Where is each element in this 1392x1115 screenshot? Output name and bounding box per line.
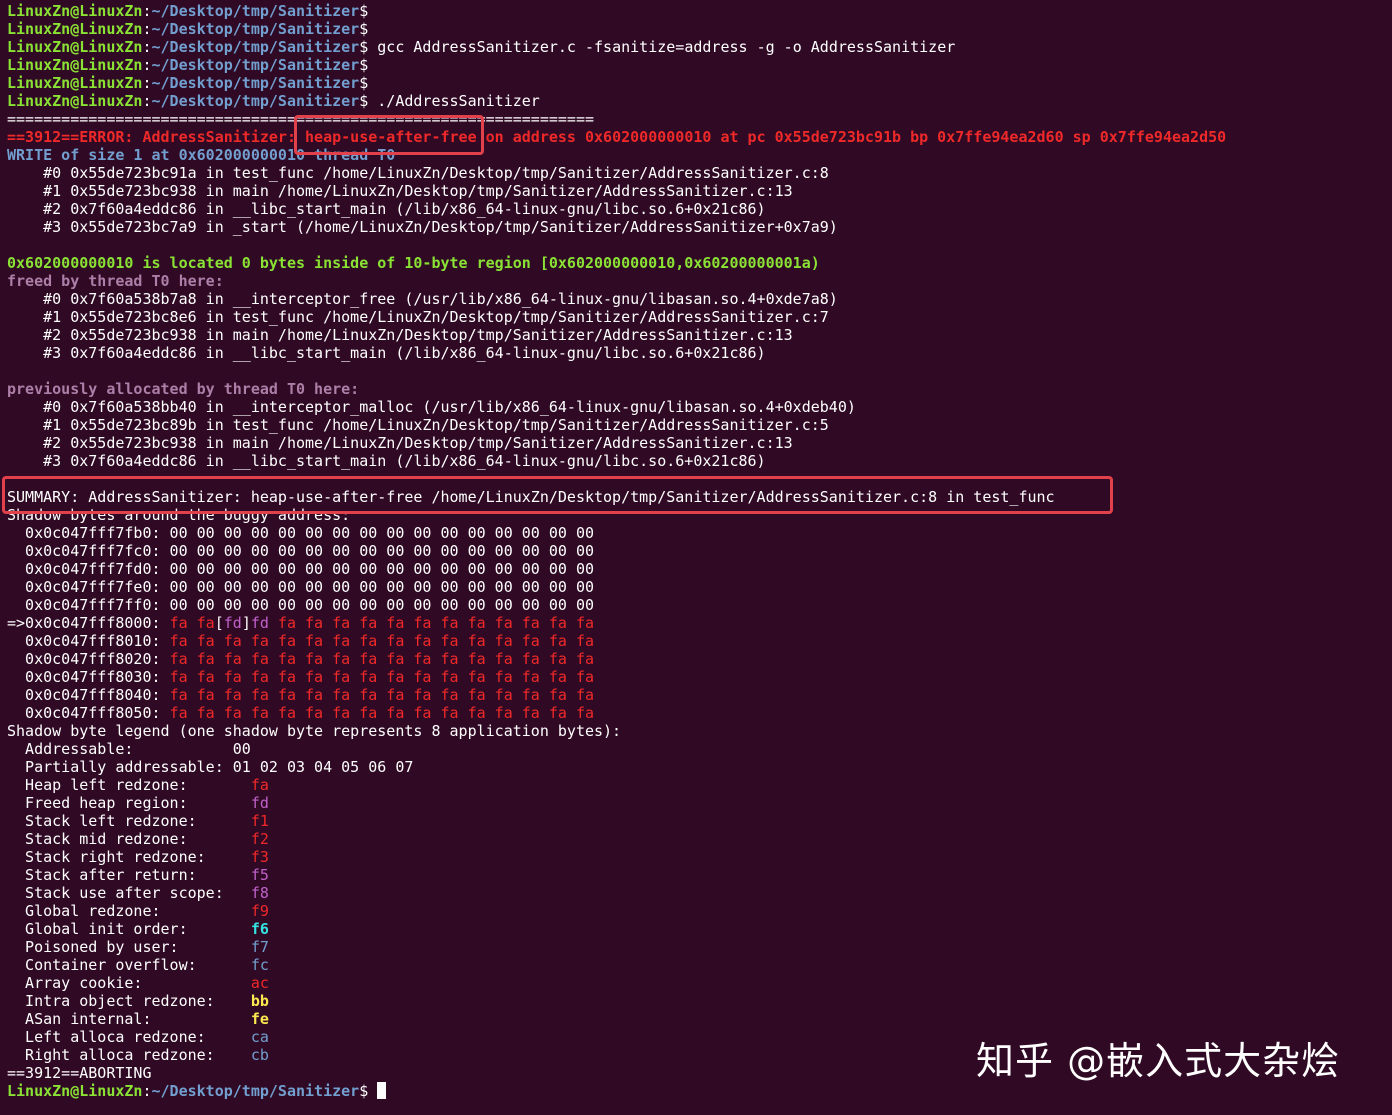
zhihu-watermark: 知乎 @嵌入式大杂烩	[976, 1039, 1341, 1083]
compile-command: gcc AddressSanitizer.c -fsanitize=addres…	[368, 38, 956, 56]
write-line: WRITE of size 1 at 0x602000000010 thread…	[7, 146, 396, 164]
freed-stack: #0 0x7f60a538b7a8 in __interceptor_free …	[7, 290, 1392, 362]
freed-line: freed by thread T0 here:	[7, 272, 224, 290]
legend-item: Intra object redzone: bb	[7, 992, 269, 1010]
legend-item: Stack right redzone: f3	[7, 848, 269, 866]
shadow-marked-row: =>0x0c047fff8000: fa fa[fd]fd fa fa fa f…	[7, 614, 595, 632]
terminal-output[interactable]: LinuxZn@LinuxZn:~/Desktop/tmp/Sanitizer$…	[7, 2, 1392, 1115]
legend-item: Stack left redzone: f1	[7, 812, 269, 830]
prompt-line-compile: LinuxZn@LinuxZn:~/Desktop/tmp/Sanitizer$…	[7, 38, 956, 56]
shadow-zero-rows: 0x0c047fff7fb0: 00 00 00 00 00 00 00 00 …	[7, 524, 1392, 614]
shadow-row: 0x0c047fff7fc0: 00 00 00 00 00 00 00 00 …	[7, 542, 594, 560]
stack-frame: #2 0x55de723bc938 in main /home/LinuxZn/…	[7, 434, 793, 452]
stack-frame: #1 0x55de723bc8e6 in test_func /home/Lin…	[7, 308, 829, 326]
legend-items: Heap left redzone: fa Freed heap region:…	[7, 776, 1392, 1064]
shadow-row: 0x0c047fff8040: fa fa fa fa fa fa fa fa …	[7, 686, 595, 704]
shadow-row: 0x0c047fff7fe0: 00 00 00 00 00 00 00 00 …	[7, 578, 594, 596]
shadow-header: Shadow bytes around the buggy address:	[7, 506, 351, 524]
legend-item: Freed heap region: fd	[7, 794, 269, 812]
legend-header: Shadow byte legend (one shadow byte repr…	[7, 722, 622, 740]
stack-frame: #3 0x7f60a4eddc86 in __libc_start_main (…	[7, 452, 766, 470]
legend-item: Heap left redzone: fa	[7, 776, 269, 794]
terminal-cursor	[377, 1082, 387, 1099]
shadow-row: 0x0c047fff8010: fa fa fa fa fa fa fa fa …	[7, 632, 595, 650]
stack-frame: #0 0x7f60a538b7a8 in __interceptor_free …	[7, 290, 838, 308]
legend-partial: Partially addressable: 01 02 03 04 05 06…	[7, 758, 414, 776]
stack-frame: #2 0x55de723bc938 in main /home/LinuxZn/…	[7, 326, 793, 344]
error-type: heap-use-after-free	[305, 128, 477, 146]
legend-item: Stack mid redzone: f2	[7, 830, 269, 848]
legend-item: Stack use after scope: f8	[7, 884, 269, 902]
stack-frame: #3 0x7f60a4eddc86 in __libc_start_main (…	[7, 344, 766, 362]
shadow-row: 0x0c047fff8030: fa fa fa fa fa fa fa fa …	[7, 668, 595, 686]
shadow-row: 0x0c047fff7fb0: 00 00 00 00 00 00 00 00 …	[7, 524, 594, 542]
stack-frame: #3 0x55de723bc7a9 in _start (/home/Linux…	[7, 218, 838, 236]
legend-item: Poisoned by user: f7	[7, 938, 269, 956]
shadow-row: 0x0c047fff7ff0: 00 00 00 00 00 00 00 00 …	[7, 596, 594, 614]
legend-item: Stack after return: f5	[7, 866, 269, 884]
shadow-row: 0x0c047fff8050: fa fa fa fa fa fa fa fa …	[7, 704, 595, 722]
summary-line: SUMMARY: AddressSanitizer: heap-use-afte…	[7, 488, 1055, 506]
alloc-line: previously allocated by thread T0 here:	[7, 380, 360, 398]
stack-frame: #1 0x55de723bc938 in main /home/LinuxZn/…	[7, 182, 793, 200]
prompt-line: LinuxZn@LinuxZn:~/Desktop/tmp/Sanitizer$	[7, 74, 369, 92]
error-line: ==3912==ERROR: AddressSanitizer: heap-us…	[7, 128, 1227, 146]
stack-frame: #0 0x7f60a538bb40 in __interceptor_mallo…	[7, 398, 856, 416]
legend-item: Array cookie: ac	[7, 974, 269, 992]
write-stack: #0 0x55de723bc91a in test_func /home/Lin…	[7, 164, 1392, 236]
shadow-fa-rows: 0x0c047fff8010: fa fa fa fa fa fa fa fa …	[7, 632, 1392, 722]
stack-frame: #1 0x55de723bc89b in test_func /home/Lin…	[7, 416, 829, 434]
legend-item: ASan internal: fe	[7, 1010, 269, 1028]
prompt-line: LinuxZn@LinuxZn:~/Desktop/tmp/Sanitizer$	[7, 20, 369, 38]
alloc-stack: #0 0x7f60a538bb40 in __interceptor_mallo…	[7, 398, 1392, 470]
run-command: ./AddressSanitizer	[368, 92, 540, 110]
legend-addressable: Addressable: 00	[7, 740, 251, 758]
report-separator: ========================================…	[7, 110, 594, 128]
legend-item: Global init order: f6	[7, 920, 269, 938]
stack-frame: #0 0x55de723bc91a in test_func /home/Lin…	[7, 164, 829, 182]
prompt-line: LinuxZn@LinuxZn:~/Desktop/tmp/Sanitizer$	[7, 56, 369, 74]
shadow-row: 0x0c047fff7fd0: 00 00 00 00 00 00 00 00 …	[7, 560, 594, 578]
stack-frame: #2 0x7f60a4eddc86 in __libc_start_main (…	[7, 200, 766, 218]
shadow-row: 0x0c047fff8020: fa fa fa fa fa fa fa fa …	[7, 650, 595, 668]
prompt-line-run: LinuxZn@LinuxZn:~/Desktop/tmp/Sanitizer$…	[7, 92, 540, 110]
legend-item: Container overflow: fc	[7, 956, 269, 974]
legend-item: Global redzone: f9	[7, 902, 269, 920]
prompt-line: LinuxZn@LinuxZn:~/Desktop/tmp/Sanitizer$	[7, 2, 369, 20]
located-line: 0x602000000010 is located 0 bytes inside…	[7, 254, 820, 272]
